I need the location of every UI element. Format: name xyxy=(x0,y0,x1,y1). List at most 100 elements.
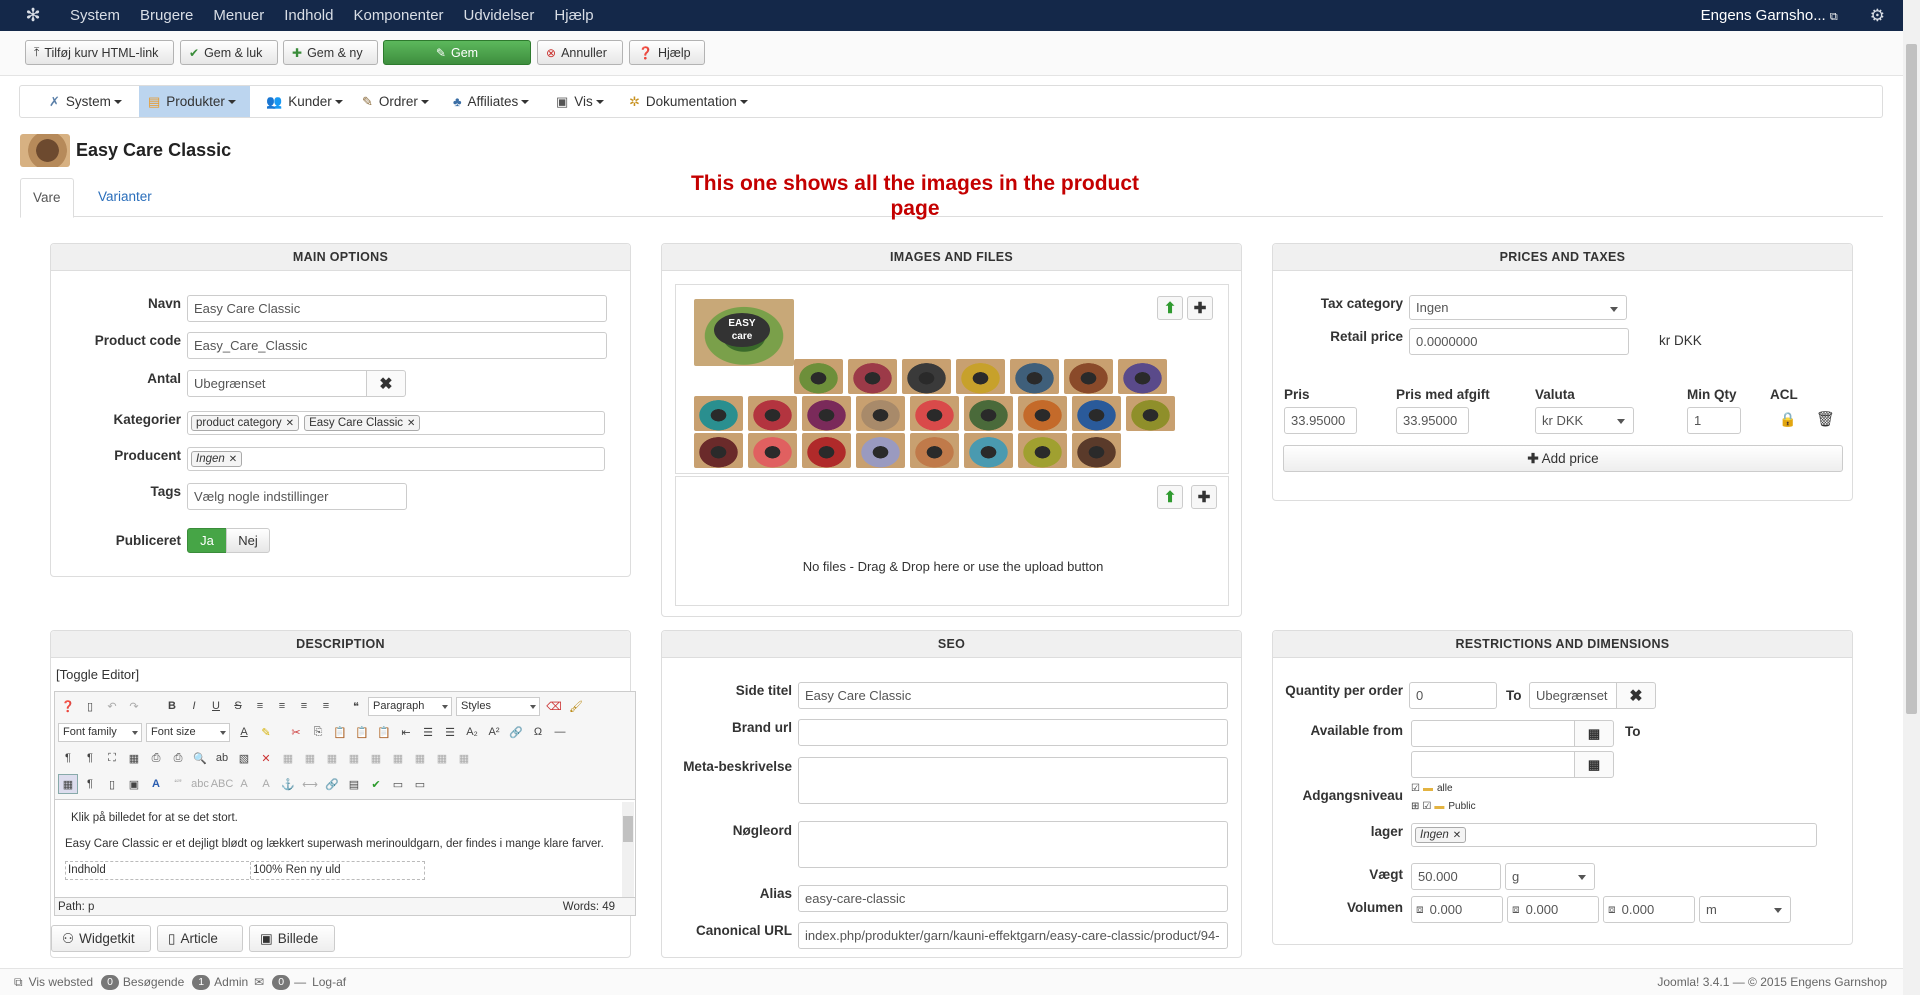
unordered-list-icon[interactable]: ☰ xyxy=(440,722,460,742)
spellcheck-icon[interactable]: ✔ xyxy=(366,774,386,794)
cancel-button[interactable]: ⊗ Annuller xyxy=(537,40,623,65)
align-center-icon[interactable]: ≡ xyxy=(272,696,292,716)
table-icon[interactable]: ▦ xyxy=(366,748,386,768)
available-from-input[interactable] xyxy=(1411,720,1575,747)
add-file-icon[interactable]: ✚ xyxy=(1191,485,1217,509)
paste-word-icon[interactable]: 📋 xyxy=(374,722,394,742)
editor-scrollbar[interactable] xyxy=(622,802,634,897)
ordered-list-icon[interactable]: ☰ xyxy=(418,722,438,742)
retail-price-input[interactable]: 0.0000000 xyxy=(1409,328,1629,355)
stock-select[interactable]: Ingen ✕ xyxy=(1411,823,1817,847)
product-image[interactable] xyxy=(1018,396,1067,431)
article-button[interactable]: ▯ Article xyxy=(157,925,243,952)
page-scrollbar[interactable] xyxy=(1903,0,1920,995)
keywords-textarea[interactable] xyxy=(798,821,1228,868)
outdent-icon[interactable]: ⇤ xyxy=(396,722,416,742)
volume-width-input[interactable]: ⧈ 0.000 xyxy=(1507,896,1599,923)
readmore-icon[interactable]: ▭ xyxy=(410,774,430,794)
search-icon[interactable]: 🔍 xyxy=(190,748,210,768)
product-image[interactable] xyxy=(694,433,743,468)
available-to-input[interactable] xyxy=(1411,751,1575,778)
subnav-affiliates[interactable]: ♣ Affiliates xyxy=(444,86,538,117)
align-left-icon[interactable]: ≡ xyxy=(250,696,270,716)
subscript-icon[interactable]: A₂ xyxy=(462,722,482,742)
checkbox-icon[interactable]: ☑ xyxy=(1411,783,1420,794)
lock-icon[interactable]: 🔒 xyxy=(1779,411,1796,428)
checkbox-icon[interactable]: ☑ xyxy=(1422,801,1431,812)
weight-input[interactable]: 50.000 xyxy=(1411,863,1501,890)
add-image-icon[interactable]: ✚ xyxy=(1187,296,1213,320)
quantity-clear-button[interactable]: ✖ xyxy=(366,370,406,397)
abbr-icon[interactable]: abc xyxy=(190,774,210,794)
link-icon[interactable]: 🔗 xyxy=(322,774,342,794)
font-family-select[interactable]: Font family xyxy=(58,722,142,742)
subnav-orders[interactable]: ✎ Ordrer xyxy=(353,86,438,117)
paste-text-icon[interactable]: 📋 xyxy=(352,722,372,742)
new-document-icon[interactable]: ▯ xyxy=(80,696,100,716)
eraser-icon[interactable]: ⌫ xyxy=(544,696,564,716)
volume-unit-select[interactable]: m xyxy=(1699,896,1791,923)
site-name-link[interactable]: Engens Garnsho... ⧉ xyxy=(1701,7,1838,24)
product-image[interactable] xyxy=(802,433,851,468)
print-icon[interactable]: ⎙ xyxy=(168,748,188,768)
product-image[interactable] xyxy=(1010,359,1059,394)
trash-icon[interactable]: 🗑 xyxy=(1816,410,1835,428)
image-button[interactable]: ▣ Billede xyxy=(249,925,335,952)
ins-icon[interactable]: A xyxy=(256,774,276,794)
product-image[interactable] xyxy=(694,396,743,431)
del-icon[interactable]: A xyxy=(234,774,254,794)
nav-help[interactable]: Hjælp xyxy=(544,0,603,31)
tab-variants[interactable]: Varianter xyxy=(86,178,164,217)
subnav-customers[interactable]: 👥 Kunder xyxy=(257,86,352,117)
table-icon[interactable]: ▦ xyxy=(278,748,298,768)
nonbreaking-icon[interactable]: ⟷ xyxy=(300,774,320,794)
published-yes-button[interactable]: Ja xyxy=(187,528,227,553)
quantity-per-order-from-input[interactable]: 0 xyxy=(1409,682,1497,709)
subnav-system[interactable]: ✗ System xyxy=(40,86,131,117)
align-justify-icon[interactable]: ≡ xyxy=(316,696,336,716)
quantity-per-order-clear-button[interactable]: ✖ xyxy=(1616,682,1656,709)
save-new-button[interactable]: ✚ Gem & ny xyxy=(283,40,378,65)
product-image[interactable] xyxy=(1126,396,1175,431)
media-icon[interactable]: ▤ xyxy=(344,774,364,794)
fullscreen-icon[interactable]: ⛶ xyxy=(102,748,122,768)
table-icon[interactable]: ▦ xyxy=(322,748,342,768)
product-image[interactable] xyxy=(802,396,851,431)
widgetkit-button[interactable]: ⚇ Widgetkit xyxy=(51,925,151,952)
remove-icon[interactable]: ✕ xyxy=(407,418,415,429)
subnav-documentation[interactable]: ✲ Dokumentation xyxy=(620,86,757,117)
logout-link[interactable]: Log-af xyxy=(312,975,346,989)
product-image[interactable] xyxy=(748,433,797,468)
table-icon[interactable]: ▦ xyxy=(300,748,320,768)
template-icon[interactable]: ▦ xyxy=(124,748,144,768)
delete-icon[interactable]: ✕ xyxy=(256,748,276,768)
insert-date-icon[interactable]: ▯ xyxy=(102,774,122,794)
visual-aid-icon[interactable]: ▦ xyxy=(58,774,78,794)
table-icon[interactable]: ▦ xyxy=(410,748,430,768)
page-title-input[interactable]: Easy Care Classic xyxy=(798,682,1228,709)
quantity-per-order-to-input[interactable]: Ubegrænset xyxy=(1529,682,1617,709)
anchor-icon[interactable]: ⚓ xyxy=(278,774,298,794)
undo-icon[interactable]: ↶ xyxy=(102,696,122,716)
remove-icon[interactable]: ✕ xyxy=(286,418,294,429)
available-to-calendar-button[interactable]: ▦ xyxy=(1574,751,1614,778)
product-image[interactable] xyxy=(856,433,905,468)
tab-item[interactable]: Vare xyxy=(20,178,74,218)
volume-length-input[interactable]: ⧈ 0.000 xyxy=(1411,896,1503,923)
font-size-select[interactable]: Font size xyxy=(146,722,230,742)
tags-input[interactable]: Vælg nogle indstillinger xyxy=(187,483,407,510)
product-image[interactable] xyxy=(1064,359,1113,394)
product-image[interactable] xyxy=(748,396,797,431)
remove-icon[interactable]: ✕ xyxy=(1453,830,1461,841)
help-button[interactable]: ❓ Hjælp xyxy=(629,40,705,65)
access-tree-item-all[interactable]: ☑ ▬ alle xyxy=(1411,783,1453,794)
product-image[interactable] xyxy=(964,433,1013,468)
envelope-icon[interactable]: ✉ xyxy=(254,975,264,989)
expand-icon[interactable]: ⊞ xyxy=(1411,801,1419,812)
nav-content[interactable]: Indhold xyxy=(274,0,343,31)
published-no-button[interactable]: Nej xyxy=(226,528,270,553)
superscript-icon[interactable]: A² xyxy=(484,722,504,742)
style-icon[interactable]: A xyxy=(146,774,166,794)
table-icon[interactable]: ▦ xyxy=(388,748,408,768)
view-site-link[interactable]: Vis websted xyxy=(29,975,93,989)
